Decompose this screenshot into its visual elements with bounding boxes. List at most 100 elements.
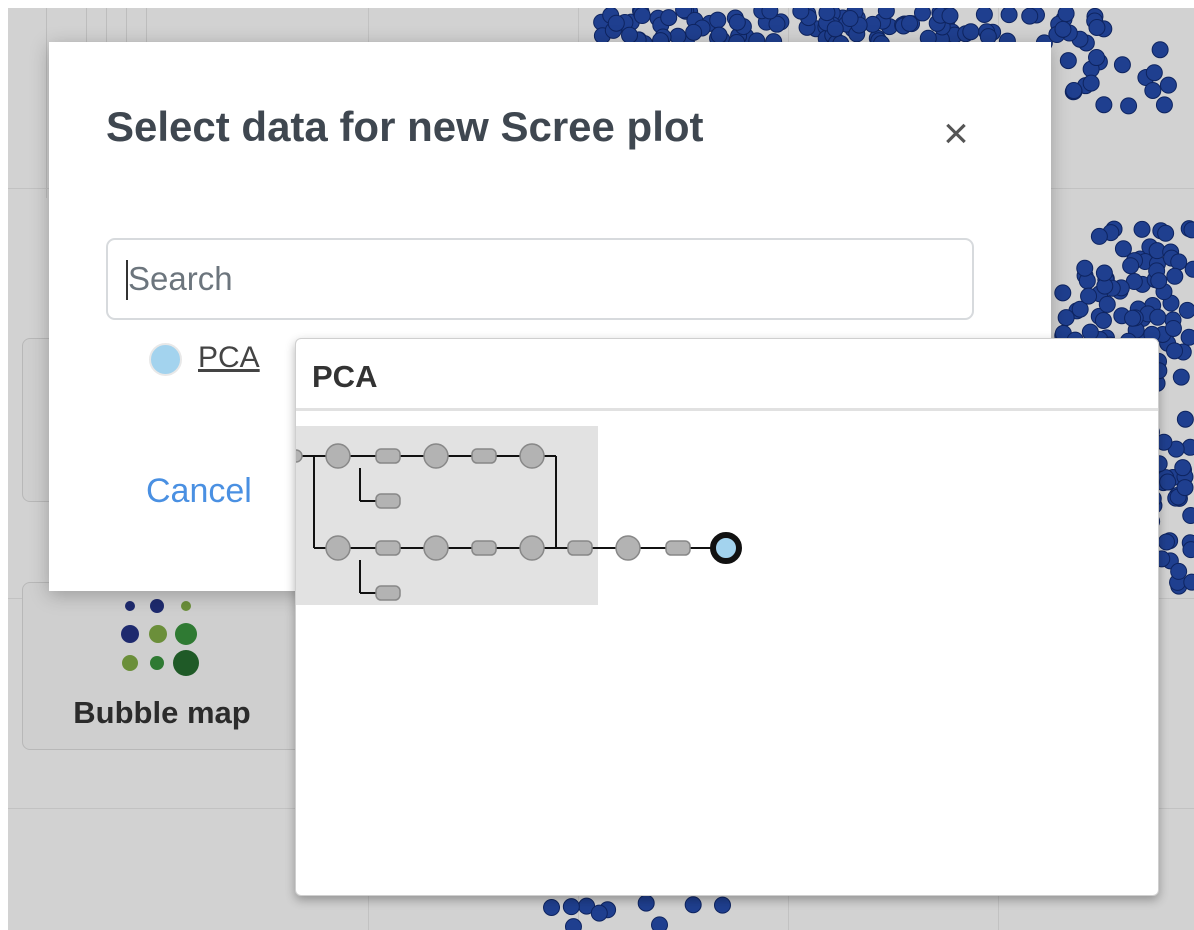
background-dot <box>761 8 779 20</box>
background-dot <box>1182 541 1194 559</box>
bubble-icon-dot <box>125 601 135 611</box>
background-dot <box>1174 459 1192 477</box>
background-dot <box>1164 319 1182 337</box>
background-dot <box>841 10 859 28</box>
background-dot <box>913 8 931 22</box>
background-dot <box>1150 272 1168 290</box>
background-dot <box>633 8 651 25</box>
background-dot <box>1176 410 1194 428</box>
background-dot <box>684 896 702 914</box>
background-dot <box>1176 479 1194 497</box>
background-dot <box>877 8 895 20</box>
background-dot <box>1095 96 1113 114</box>
background-dot <box>1151 41 1169 59</box>
background-dot <box>1144 81 1162 99</box>
background-dot <box>713 896 731 914</box>
cancel-button[interactable]: Cancel <box>146 472 252 511</box>
bubble-icon-dot <box>181 601 191 611</box>
background-dot <box>1182 507 1194 525</box>
background-dot <box>901 14 919 32</box>
background-dot <box>543 898 561 916</box>
pipeline-node <box>471 540 497 556</box>
pipeline-node <box>615 535 641 561</box>
background-dot <box>1059 52 1077 70</box>
pipeline-filter-node <box>375 448 401 464</box>
pipeline-node <box>519 443 545 469</box>
background-dot <box>1145 64 1163 82</box>
pipeline-preview-popover: PCA <box>295 338 1159 896</box>
background-dot <box>607 14 625 32</box>
pipeline-node <box>423 535 449 561</box>
bubble-icon-dot <box>122 655 138 671</box>
result-link[interactable]: PCA <box>198 341 260 375</box>
background-dot <box>1054 20 1072 38</box>
bubble-icon-dot <box>175 623 197 645</box>
bubble-map-label: Bubble map <box>73 695 251 730</box>
background-dot <box>1088 18 1106 36</box>
background-dot <box>651 916 669 930</box>
background-dot <box>962 23 980 41</box>
background-dot <box>975 8 993 23</box>
background-dot <box>1178 301 1194 319</box>
popover-title: PCA <box>312 359 378 394</box>
pipeline-node <box>519 535 545 561</box>
bubble-icon-dot <box>150 599 164 613</box>
background-dot <box>1088 49 1106 67</box>
pipeline-node <box>325 535 351 561</box>
background-dot <box>621 26 639 44</box>
background-dot <box>660 9 678 27</box>
bubble-icon-dot <box>150 656 164 670</box>
background-dot <box>709 11 727 29</box>
background-dot <box>826 20 844 38</box>
background-dot <box>1172 368 1190 386</box>
background-dot <box>685 23 703 41</box>
background-dot <box>1166 342 1184 360</box>
background-dot <box>564 918 582 930</box>
background-dot <box>1098 295 1116 313</box>
pipeline-node <box>325 443 351 469</box>
pipeline-target-node[interactable] <box>710 532 742 564</box>
background-dot <box>1157 224 1175 242</box>
background-dot <box>1054 284 1072 302</box>
background-dot <box>1057 8 1075 23</box>
pipeline-diagram <box>296 426 742 605</box>
background-dot <box>1159 76 1177 94</box>
pipeline-node <box>567 540 593 556</box>
text-cursor <box>126 260 128 300</box>
background-dot <box>1090 227 1108 245</box>
background-dot <box>562 898 580 916</box>
background-dot <box>1133 220 1151 238</box>
background-dot <box>1021 8 1039 25</box>
pipeline-node <box>665 540 691 556</box>
search-input[interactable] <box>106 238 974 320</box>
background-dot <box>1170 253 1188 271</box>
background-dot <box>1113 56 1131 74</box>
bubble-icon-dot <box>149 625 167 643</box>
background-dot <box>1180 328 1194 346</box>
background-dot <box>1057 309 1075 327</box>
background-dot <box>1076 259 1094 277</box>
background-dot <box>1124 309 1142 327</box>
background-dot <box>1000 8 1018 24</box>
background-dot <box>1166 267 1184 285</box>
close-icon[interactable]: × <box>934 112 978 158</box>
background-dot <box>1149 308 1167 326</box>
background-dot <box>1157 533 1175 551</box>
background-dot <box>1095 264 1113 282</box>
bubble-icon-dot <box>121 625 139 643</box>
background-dot <box>1094 311 1112 329</box>
background-dot <box>637 894 655 912</box>
pipeline-chart-node <box>375 493 401 509</box>
pipeline-chart-node <box>375 585 401 601</box>
pipeline-node <box>471 448 497 464</box>
background-dot <box>1155 96 1173 114</box>
background-dot <box>941 8 959 25</box>
bubble-map-icon <box>121 599 199 676</box>
bubble-icon-dot <box>173 650 199 676</box>
pipeline-filter-node <box>375 540 401 556</box>
pipeline-node <box>423 443 449 469</box>
background-dot <box>818 8 836 22</box>
background-dot <box>728 13 746 31</box>
background-dot <box>710 26 728 44</box>
background-dot <box>1120 97 1138 115</box>
